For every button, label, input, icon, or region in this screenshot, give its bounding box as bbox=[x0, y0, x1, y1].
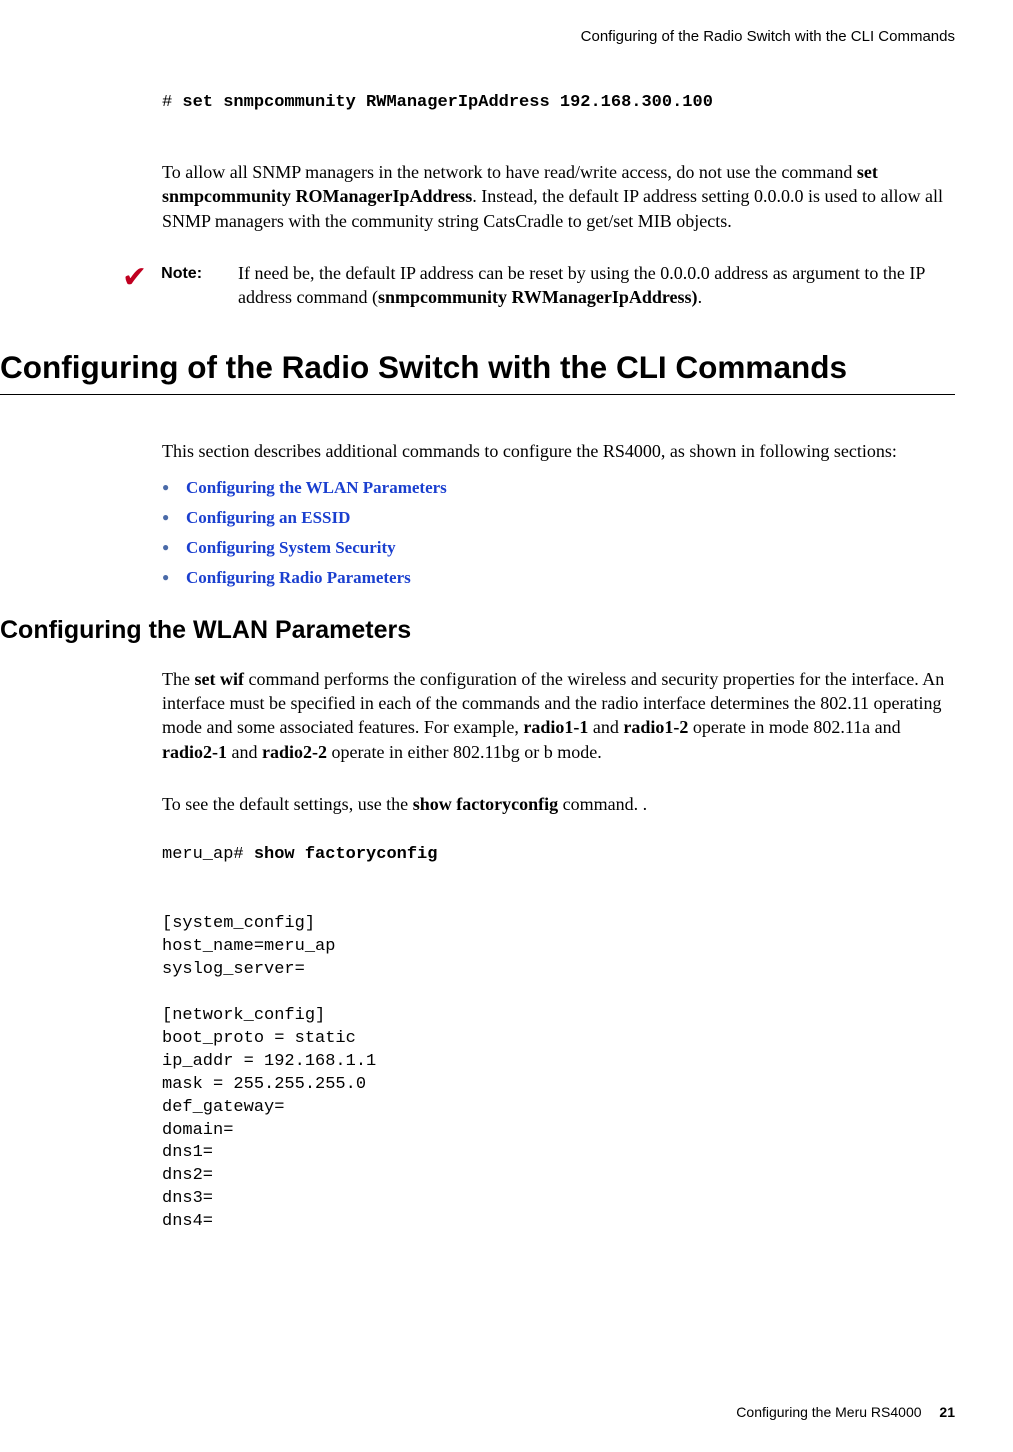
cli-command: show factoryconfig bbox=[254, 845, 438, 864]
text: and bbox=[227, 742, 262, 762]
link-system-security[interactable]: Configuring System Security bbox=[186, 538, 396, 557]
text: operate in mode 802.11a and bbox=[688, 717, 900, 737]
text: The bbox=[162, 669, 194, 689]
text: . bbox=[698, 287, 703, 307]
paragraph-showfactory: To see the default settings, use the sho… bbox=[162, 792, 955, 816]
text: command. . bbox=[558, 794, 647, 814]
heading-rule bbox=[0, 394, 955, 395]
cli-prompt: meru_ap# bbox=[162, 845, 254, 864]
note-callout: ✔ Note: If need be, the default IP addre… bbox=[122, 261, 955, 310]
footer-text: Configuring the Meru RS4000 bbox=[736, 1404, 921, 1420]
section-links-list: Configuring the WLAN Parameters Configur… bbox=[162, 478, 955, 588]
section-heading-cli: Configuring of the Radio Switch with the… bbox=[0, 349, 955, 386]
running-header: Configuring of the Radio Switch with the… bbox=[0, 28, 955, 45]
list-item: Configuring the WLAN Parameters bbox=[162, 478, 955, 498]
note-label: Note: bbox=[161, 265, 202, 283]
command-text: set snmpcommunity RWManagerIpAddress 192… bbox=[182, 93, 713, 112]
subsection-heading-wlan: Configuring the WLAN Parameters bbox=[0, 616, 955, 645]
bold-text: set wif bbox=[194, 669, 243, 689]
bold-text: radio1-1 bbox=[523, 717, 588, 737]
page-footer: Configuring the Meru RS4000 21 bbox=[736, 1404, 955, 1420]
bold-text: radio2-1 bbox=[162, 742, 227, 762]
link-wlan-params[interactable]: Configuring the WLAN Parameters bbox=[186, 478, 447, 497]
bold-text: radio1-2 bbox=[623, 717, 688, 737]
prompt: # bbox=[162, 93, 182, 112]
text: To see the default settings, use the bbox=[162, 794, 413, 814]
text: operate in either 802.11bg or b mode. bbox=[327, 742, 602, 762]
list-item: Configuring System Security bbox=[162, 538, 955, 558]
cli-output: [system_config] host_name=meru_ap syslog… bbox=[162, 914, 376, 1231]
text: and bbox=[588, 717, 623, 737]
link-radio-params[interactable]: Configuring Radio Parameters bbox=[186, 568, 411, 587]
bold-text: radio2-2 bbox=[262, 742, 327, 762]
command-example-1: # set snmpcommunity RWManagerIpAddress 1… bbox=[162, 93, 955, 112]
list-item: Configuring an ESSID bbox=[162, 508, 955, 528]
list-item: Configuring Radio Parameters bbox=[162, 568, 955, 588]
cli-output-block: meru_ap# show factoryconfig [system_conf… bbox=[162, 844, 955, 1234]
bold-text: show factoryconfig bbox=[413, 794, 558, 814]
paragraph-setwif: The set wif command performs the configu… bbox=[162, 667, 955, 764]
footer-page-number: 21 bbox=[939, 1404, 955, 1420]
section-intro: This section describes additional comman… bbox=[162, 439, 955, 463]
note-text: If need be, the default IP address can b… bbox=[238, 261, 955, 310]
checkmark-icon: ✔ bbox=[122, 263, 147, 293]
text: To allow all SNMP managers in the networ… bbox=[162, 162, 857, 182]
link-essid[interactable]: Configuring an ESSID bbox=[186, 508, 350, 527]
bold-text: snmpcommunity RWManagerIpAddress) bbox=[378, 287, 698, 307]
paragraph-snmp: To allow all SNMP managers in the networ… bbox=[162, 160, 955, 233]
